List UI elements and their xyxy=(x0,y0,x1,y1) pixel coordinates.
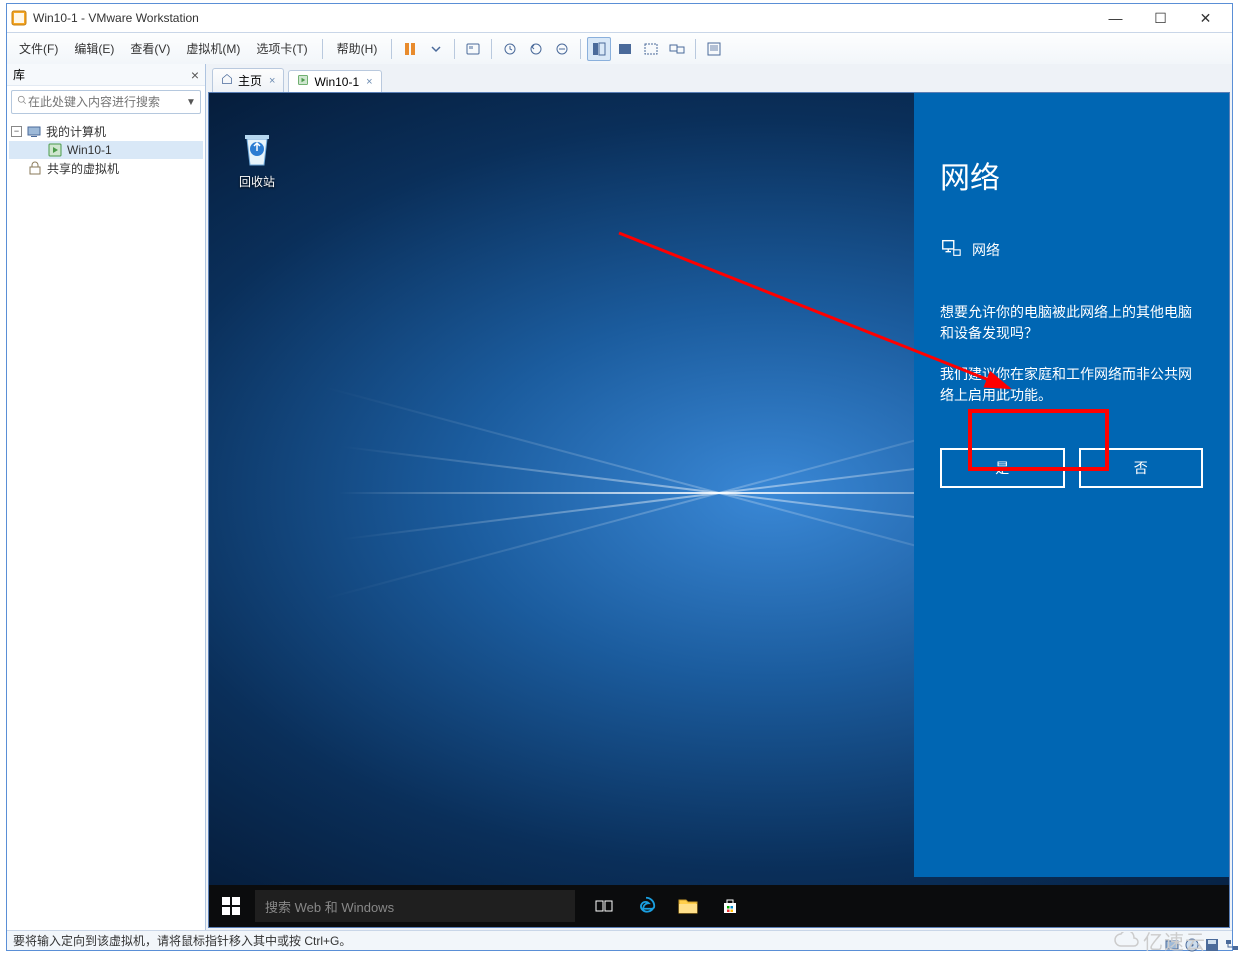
library-close-button[interactable]: × xyxy=(191,67,199,83)
task-view-button[interactable] xyxy=(587,885,621,927)
tree-shared-vms[interactable]: 共享的虚拟机 xyxy=(9,159,203,178)
network-title: 网络 xyxy=(940,153,1203,197)
separator xyxy=(491,39,492,59)
vm-icon xyxy=(297,74,309,89)
device-floppy-icon[interactable] xyxy=(1204,937,1220,953)
recycle-bin[interactable]: 回收站 xyxy=(227,125,287,190)
library-sidebar: 库 × ▼ − 我的计算机 xyxy=(7,64,206,930)
network-panel: 网络 网络 想要允许你的电脑被此网络上的其他电脑和设备发现吗？ 我们建议你在家庭… xyxy=(914,93,1229,877)
main-area: 库 × ▼ − 我的计算机 xyxy=(7,64,1232,930)
statusbar: 要将输入定向到该虚拟机，请将鼠标指针移入其中或按 Ctrl+G。 xyxy=(7,930,1232,950)
computer-icon xyxy=(26,124,42,140)
tree-vm-label: Win10-1 xyxy=(67,143,112,157)
multiple-monitors-button[interactable] xyxy=(665,37,689,61)
tab-vm-close[interactable]: × xyxy=(366,76,372,88)
titlebar: Win10-1 - VMware Workstation — ☐ ✕ xyxy=(7,4,1232,32)
unity-button[interactable] xyxy=(639,37,663,61)
library-tree: − 我的计算机 Win10-1 共享的虚拟机 xyxy=(7,118,205,182)
network-icon xyxy=(940,237,962,262)
content-area: 主页 × Win10-1 × 回收站 xyxy=(206,64,1232,930)
app-icon xyxy=(11,10,27,26)
pause-button[interactable] xyxy=(398,37,422,61)
menu-tabs[interactable]: 选项卡(T) xyxy=(248,36,315,61)
taskbar-search-placeholder: 搜索 Web 和 Windows xyxy=(265,897,394,916)
network-advice: 我们建议你在家庭和工作网络而非公共网络上启用此功能。 xyxy=(940,364,1203,406)
recycle-bin-icon xyxy=(237,125,277,169)
taskbar-search[interactable]: 搜索 Web 和 Windows xyxy=(255,890,575,922)
tree-my-computer-label: 我的计算机 xyxy=(46,123,106,140)
fullscreen-button[interactable] xyxy=(613,37,637,61)
separator xyxy=(580,39,581,59)
tab-home-label: 主页 xyxy=(238,72,262,89)
shared-icon xyxy=(27,161,43,177)
close-button[interactable]: ✕ xyxy=(1183,6,1228,30)
watermark: 亿速云 xyxy=(1113,926,1206,955)
network-yes-button[interactable]: 是 xyxy=(940,448,1065,488)
thumbnail-button[interactable] xyxy=(702,37,726,61)
edge-button[interactable] xyxy=(629,885,663,927)
vm-console[interactable]: 回收站 网络 网络 想要允许你的电脑被此网络上的其他电脑和设备发现吗？ 我们建议… xyxy=(208,92,1230,928)
tree-my-computer[interactable]: − 我的计算机 xyxy=(9,122,203,141)
tabstrip: 主页 × Win10-1 × xyxy=(206,64,1232,92)
device-network-icon[interactable] xyxy=(1224,937,1240,953)
menu-vm[interactable]: 虚拟机(M) xyxy=(178,36,248,61)
tab-home[interactable]: 主页 × xyxy=(212,68,284,92)
guest-desktop: 回收站 网络 网络 想要允许你的电脑被此网络上的其他电脑和设备发现吗？ 我们建议… xyxy=(209,93,1229,927)
file-explorer-button[interactable] xyxy=(671,885,705,927)
network-no-button[interactable]: 否 xyxy=(1079,448,1204,488)
library-search[interactable]: ▼ xyxy=(11,90,201,114)
recycle-bin-label: 回收站 xyxy=(227,173,287,190)
tree-vm-win10-1[interactable]: Win10-1 xyxy=(9,141,203,159)
menu-view[interactable]: 查看(V) xyxy=(122,36,178,61)
search-dropdown-icon[interactable]: ▼ xyxy=(186,97,196,108)
menubar: 文件(F) 编辑(E) 查看(V) 虚拟机(M) 选项卡(T) 帮助(H) xyxy=(7,32,1232,64)
menu-edit[interactable]: 编辑(E) xyxy=(66,36,122,61)
tab-vm[interactable]: Win10-1 × xyxy=(288,70,381,92)
search-icon xyxy=(16,93,28,111)
minimize-button[interactable]: — xyxy=(1093,6,1138,30)
separator xyxy=(391,39,392,59)
statusbar-hint: 要将输入定向到该虚拟机，请将鼠标指针移入其中或按 Ctrl+G。 xyxy=(13,932,351,949)
network-label: 网络 xyxy=(972,240,1000,260)
tree-shared-label: 共享的虚拟机 xyxy=(47,160,119,177)
guest-taskbar: 搜索 Web 和 Windows xyxy=(209,885,1229,927)
window-controls: — ☐ ✕ xyxy=(1093,6,1228,30)
console-view-button[interactable] xyxy=(587,37,611,61)
home-icon xyxy=(221,73,233,88)
separator xyxy=(695,39,696,59)
store-button[interactable] xyxy=(713,885,747,927)
snapshot-manage-button[interactable] xyxy=(550,37,574,61)
power-dropdown[interactable] xyxy=(424,37,448,61)
window-title: Win10-1 - VMware Workstation xyxy=(33,11,1093,25)
start-button[interactable] xyxy=(209,885,253,927)
separator xyxy=(322,39,323,59)
snapshot-take-button[interactable] xyxy=(498,37,522,61)
maximize-button[interactable]: ☐ xyxy=(1138,6,1183,30)
separator xyxy=(454,39,455,59)
network-question: 想要允许你的电脑被此网络上的其他电脑和设备发现吗？ xyxy=(940,302,1203,344)
app-window: Win10-1 - VMware Workstation — ☐ ✕ 文件(F)… xyxy=(6,3,1233,951)
vm-powered-on-icon xyxy=(47,142,63,158)
library-title: 库 xyxy=(13,66,25,83)
library-header: 库 × xyxy=(7,64,205,86)
snapshot-revert-button[interactable] xyxy=(524,37,548,61)
menu-file[interactable]: 文件(F) xyxy=(11,36,66,61)
menu-help[interactable]: 帮助(H) xyxy=(329,36,386,61)
snapshot-button[interactable] xyxy=(461,37,485,61)
tab-home-close[interactable]: × xyxy=(269,75,275,87)
library-search-input[interactable] xyxy=(28,95,186,109)
tab-vm-label: Win10-1 xyxy=(314,75,359,89)
